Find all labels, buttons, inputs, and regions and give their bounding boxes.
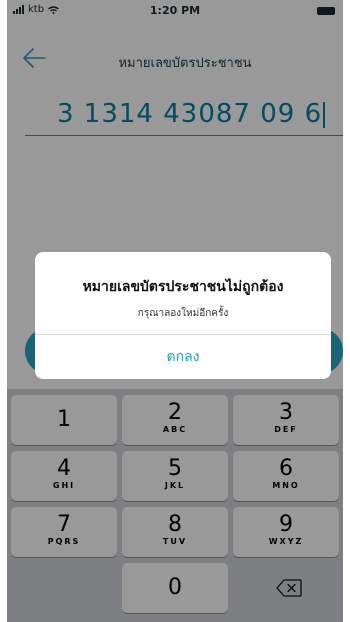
- app-frame: ktb 1:20 PM หมายเลขบัตรประชาชน 3 1314 43…: [0, 0, 350, 622]
- phone-screen: ktb 1:20 PM หมายเลขบัตรประชาชน 3 1314 43…: [7, 0, 343, 622]
- error-alert-dialog: หมายเลขบัตรประชาชนไม่ถูกต้อง กรุณาลองใหม…: [35, 252, 331, 379]
- alert-message: กรุณาลองใหม่อีกครั้ง: [137, 308, 229, 319]
- alert-title: หมายเลขบัตรประชาชนไม่ถูกต้อง: [82, 279, 284, 295]
- alert-ok-button[interactable]: ตกลง: [35, 335, 331, 379]
